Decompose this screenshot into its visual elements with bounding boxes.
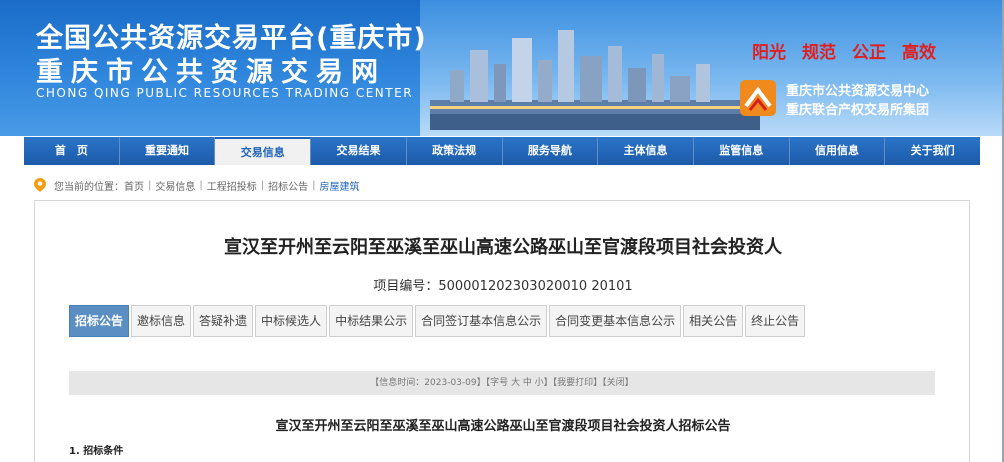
tab-termination[interactable]: 终止公告 — [745, 305, 806, 337]
info-bar[interactable]: 【信息时间：2023-03-09】【字号 大 中 小】【我要打印】【关闭】 — [69, 371, 935, 395]
site-header: 全国公共资源交易平台(重庆市) 重庆市公共资源交易网 CHONG QING PU… — [0, 0, 1004, 136]
nav-item-notices[interactable]: 重要通知 — [119, 137, 216, 165]
nav-item-about[interactable]: 关于我们 — [885, 137, 981, 165]
breadcrumb-engineering[interactable]: 工程招投标 — [207, 178, 257, 193]
nav-item-home[interactable]: 首 页 — [24, 137, 120, 165]
tab-award-result[interactable]: 中标结果公示 — [329, 305, 414, 337]
breadcrumb-trade-info[interactable]: 交易信息 — [155, 178, 195, 193]
tab-related-notices[interactable]: 相关公告 — [683, 305, 744, 337]
nav-item-trade-results[interactable]: 交易结果 — [311, 137, 407, 165]
slogan: 规范 — [802, 43, 836, 63]
project-code: 项目编号：500001202303020010 20101 — [373, 279, 633, 294]
section-heading: 1. 招标条件 — [69, 446, 124, 457]
nav-item-supervision[interactable]: 监管信息 — [693, 137, 790, 165]
tab-contract-signing[interactable]: 合同签订基本信息公示 — [415, 305, 548, 337]
tab-candidates[interactable]: 中标候选人 — [255, 305, 328, 337]
tab-clarification[interactable]: 答疑补遗 — [193, 305, 254, 337]
breadcrumb-separator: | — [148, 179, 152, 191]
slogan: 高效 — [902, 43, 936, 63]
breadcrumb-tender-notice[interactable]: 招标公告 — [268, 178, 308, 193]
project-title: 宣汉至开州至云阳至巫溪至巫山高速公路巫山至官渡段项目社会投资人 — [224, 237, 782, 258]
site-subtitle: 重庆市公共资源交易网 — [36, 57, 386, 88]
tab-tender-notice[interactable]: 招标公告 — [69, 305, 130, 337]
main-nav: 首 页 重要通知 交易信息 交易结果 政策法规 服务导航 主体信息 监管信息 信… — [24, 137, 981, 165]
breadcrumb: 您当前的位置： 首页 | 交易信息 | 工程招投标 | 招标公告 | 房屋建筑 — [34, 176, 360, 194]
site-title-english: CHONG QING PUBLIC RESOURCES TRADING CENT… — [36, 86, 414, 100]
nav-item-trade-info[interactable]: 交易信息 — [215, 137, 312, 165]
notice-tabs: 招标公告 邀标信息 答疑补遗 中标候选人 中标结果公示 合同签订基本信息公示 合… — [69, 305, 807, 337]
center-logo-icon — [740, 80, 776, 116]
tab-contract-change[interactable]: 合同变更基本信息公示 — [549, 305, 682, 337]
nav-item-services[interactable]: 服务导航 — [502, 137, 599, 165]
slogans: 阳光 规范 公正 高效 — [752, 38, 936, 63]
breadcrumb-home[interactable]: 首页 — [124, 178, 144, 193]
breadcrumb-separator: | — [199, 179, 203, 191]
breadcrumb-separator: | — [260, 179, 265, 191]
tab-invitation-info[interactable]: 邀标信息 — [131, 305, 192, 337]
slogan: 阳光 — [752, 43, 786, 63]
center-name: 重庆联合产权交易所集团 — [786, 103, 930, 118]
notice-title: 宣汉至开州至云阳至巫溪至巫山高速公路巫山至官渡段项目社会投资人招标公告 — [275, 419, 731, 434]
slogan: 公正 — [852, 43, 886, 63]
center-names: 重庆市公共资源交易中心 重庆联合产权交易所集团 — [786, 82, 929, 120]
breadcrumb-building[interactable]: 房屋建筑 — [320, 178, 360, 193]
nav-item-entities[interactable]: 主体信息 — [598, 137, 694, 165]
center-name: 重庆市公共资源交易中心 — [786, 84, 930, 99]
breadcrumb-prefix: 您当前的位置： — [54, 181, 124, 193]
content-panel: 宣汉至开州至云阳至巫溪至巫山高速公路巫山至官渡段项目社会投资人 项目编号：500… — [34, 200, 970, 462]
nav-item-credit[interactable]: 信用信息 — [789, 137, 886, 165]
city-skyline-image — [430, 30, 760, 130]
location-pin-icon — [34, 178, 46, 192]
breadcrumb-separator: | — [312, 179, 316, 191]
nav-item-policies[interactable]: 政策法规 — [406, 137, 503, 165]
